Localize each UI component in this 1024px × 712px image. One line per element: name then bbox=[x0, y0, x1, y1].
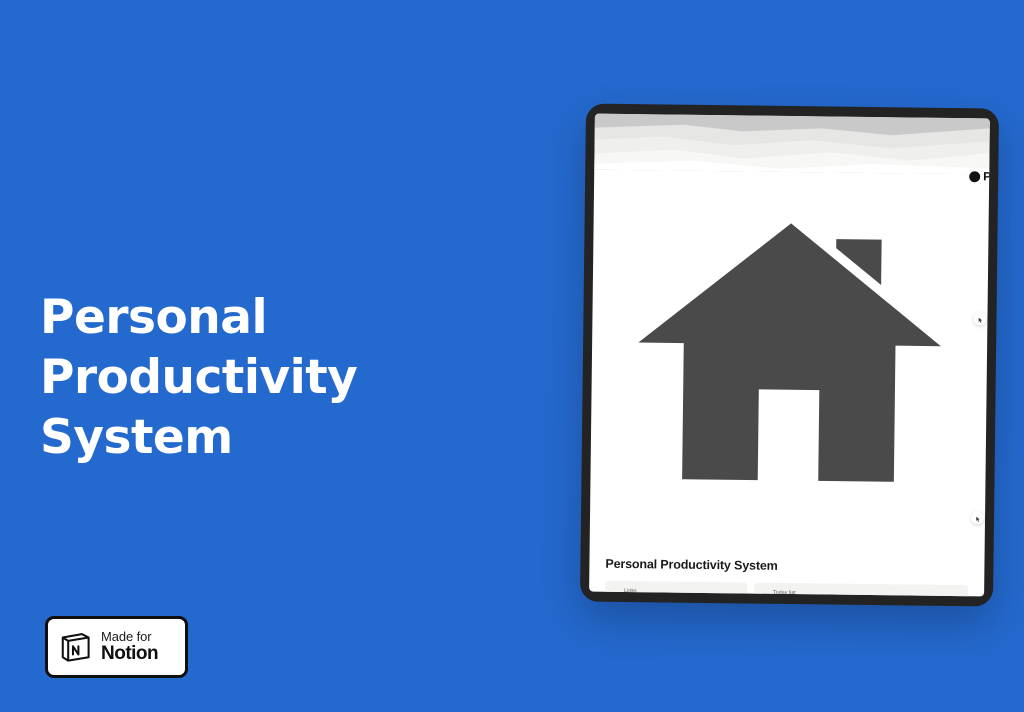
device-frame: P Personal Productivity System Links Tod… bbox=[579, 103, 1000, 607]
floating-button-1[interactable] bbox=[973, 310, 987, 328]
notion-cover-image bbox=[594, 113, 990, 175]
floating-button-2[interactable] bbox=[970, 509, 985, 527]
notion-cube-icon bbox=[58, 630, 92, 664]
top-row: Links Projects | Areas | Resources | Arc… bbox=[604, 580, 969, 597]
page-headline: Personal Productivity System bbox=[40, 290, 358, 466]
cursor-icon bbox=[977, 310, 983, 328]
badge-line-2: Notion bbox=[101, 642, 159, 664]
topbar-user[interactable]: P bbox=[969, 169, 990, 183]
house-icon[interactable] bbox=[606, 223, 969, 547]
notion-page: Personal Productivity System Links Today… bbox=[589, 170, 989, 597]
avatar[interactable] bbox=[969, 170, 981, 182]
links-card-header: Links bbox=[612, 587, 740, 597]
page-title: Personal Productivity System bbox=[605, 556, 778, 573]
badge-line-1: Made for bbox=[101, 629, 152, 645]
today-list-header: Today list bbox=[761, 589, 961, 597]
links-card: Links Projects | Areas | Resources | Arc… bbox=[604, 580, 748, 597]
link-icon bbox=[612, 587, 620, 597]
cursor-icon bbox=[974, 509, 980, 527]
user-initial: P bbox=[983, 169, 990, 184]
links-card-title: Links bbox=[624, 587, 637, 595]
device-screen: P Personal Productivity System Links Tod… bbox=[589, 113, 990, 597]
badge-text: Made for Notion bbox=[101, 629, 159, 664]
rocket-icon bbox=[761, 589, 769, 597]
made-for-notion-badge: Made for Notion bbox=[45, 616, 188, 678]
today-list-title: Today list bbox=[773, 589, 796, 597]
promo-panel: Personal Productivity System Made for No… bbox=[0, 0, 560, 712]
today-list-card: Today list List + bbox=[753, 582, 969, 597]
